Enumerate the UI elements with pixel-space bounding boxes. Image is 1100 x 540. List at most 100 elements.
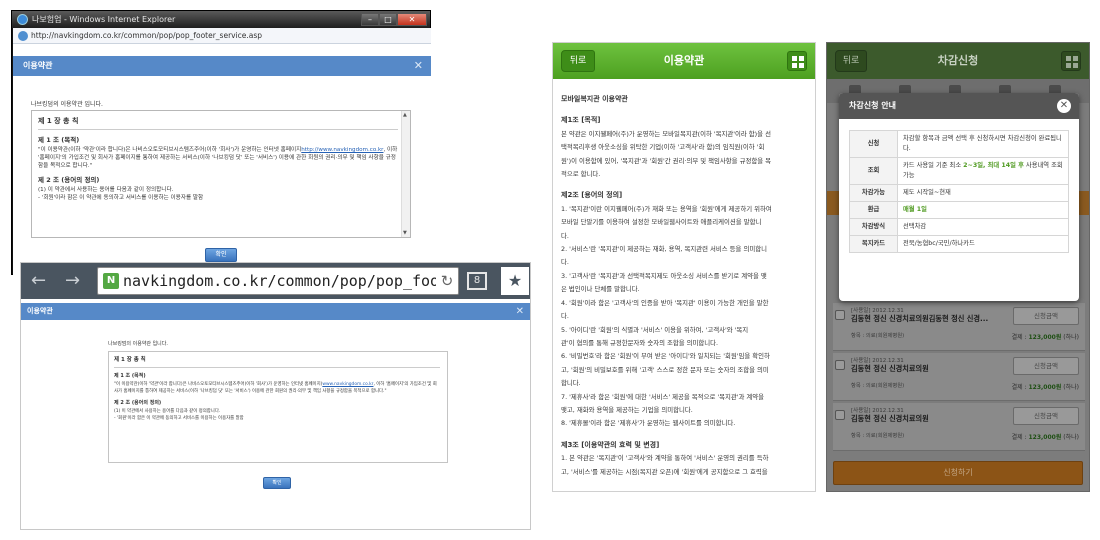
text-line: 1. 본 약관은 '복지관'이 '고객사'와 계약을 통하여 '서비스' 운영의… [561, 454, 769, 463]
row-value: 전북/농협bc/국민/하나카드 [897, 235, 1069, 253]
scroll-down-icon[interactable]: ▼ [403, 230, 407, 236]
text-line: 은 법인이나 단체를 말합니다. [561, 285, 640, 294]
text-line: 4. '회원'이라 함은 '고객사'의 인증을 받아 '복지관' 이용이 가능한… [561, 298, 769, 307]
submit-request-button[interactable]: 신청하기 [833, 461, 1083, 485]
modal-header: 이용약관 ✕ [13, 56, 431, 76]
back-button[interactable]: 뒤로 [835, 50, 867, 72]
close-window-button[interactable]: ✕ [397, 13, 427, 26]
text-line: 2. '서비스'란 '복지관'이 제공하는 재화, 용역, 복지관련 서비스 등… [561, 245, 767, 254]
request-amount-button[interactable]: 신청금액 [1013, 407, 1079, 425]
dialog-title: 차감신청 안내 [839, 93, 1079, 119]
close-icon[interactable]: ✕ [414, 56, 423, 76]
payment-info: 결제 : 123,000원 (하나) [1011, 384, 1079, 391]
info-table: 신청 차감할 항목과 금액 선택 후 신청하시면 차감신청이 완료됩니다. 조회… [849, 130, 1069, 253]
list-item[interactable]: [사용일] 2012.12.31 김동현 정신 신경치료의원김동현 정신 신경..… [833, 303, 1085, 351]
item-checkbox[interactable] [835, 410, 845, 420]
article-text: (1) 이 약관에서 사용하는 용어를 다음과 같이 정의합니다. [114, 409, 221, 414]
reload-icon[interactable]: ↻ [436, 268, 458, 294]
text-line: 원')이 이용함에 있어, '복지관'과 '회원'간 권리·의무 및 책임사항을… [561, 156, 772, 165]
terms-scrollbox[interactable]: 제 1 장 총 칙 제 1 조 (목적) "이 이용약관(이하 '약관'이라 합… [31, 110, 411, 238]
text-line: 관'이 협의를 통해 규정한문자와 숫자의 조합을 의미합니다. [561, 338, 719, 347]
bookmark-icon[interactable]: ★ [501, 267, 529, 295]
row-value: 선택차감 [897, 218, 1069, 236]
article-item: - '회원'이라 함은 이 약관에 동의하고 서비스를 이용하는 이용자를 말함 [114, 416, 244, 421]
grid-menu-icon[interactable] [787, 51, 807, 71]
confirm-button[interactable]: 확인 [205, 248, 237, 262]
text-line: 6. '비밀번호'라 함은 '회원'이 부여 받은 '아이디'와 일치되는 '회… [561, 352, 770, 361]
item-checkbox[interactable] [835, 310, 845, 320]
table-row: 차감방식 선택차감 [849, 218, 1069, 236]
row-value: 매월 1일 [897, 201, 1069, 219]
chapter-title: 제 1 장 총 칙 [38, 117, 398, 130]
maximize-button[interactable]: □ [379, 13, 397, 26]
table-row: 환급 매월 1일 [849, 201, 1069, 219]
browser-toolbar: ← → N navkingdom.co.kr/common/pop/pop_fo… [21, 263, 530, 299]
tab-count-button[interactable]: 8 [467, 272, 487, 290]
close-icon[interactable]: ✕ [516, 303, 524, 320]
article-text: 1. 본 약관은 '복지관'이 '고객사'와 계약을 통하여 '서비스' 운영의… [561, 452, 811, 479]
merchant-name: 김동현 정신 신경치료의원 [851, 364, 929, 373]
row-key: 차감가능 [849, 184, 898, 202]
row-key: 복지카드 [849, 235, 898, 253]
text-line: 택적복리후생 아웃소싱을 위탁한 기업(이하 '고객사'라 함)의 임직원(이하… [561, 143, 765, 152]
article-title: 제 1 조 (목적) [38, 136, 80, 144]
close-icon[interactable]: ✕ [1057, 99, 1071, 113]
terms-heading: 모바일복지관 이용약관 [561, 95, 628, 103]
info-dialog: 차감신청 안내 ✕ 신청 차감할 항목과 금액 선택 후 신청하시면 차감신청이… [839, 93, 1079, 301]
window-controls: – □ ✕ [361, 13, 427, 26]
back-arrow-icon[interactable]: ← [31, 271, 46, 291]
discount-request-screen: 차감신청 뒤로 [사용일] 2012.12.31 김동현 정신 신경치료의원김동현… [826, 42, 1090, 492]
scrollbar[interactable]: ▲ ▼ [401, 111, 410, 237]
modal-header: 이용약관 ✕ [21, 303, 530, 320]
text-line: 다. [561, 258, 569, 267]
terms-body: 모바일복지관 이용약관 제1조 [목적] 본 약관은 이지웰페어(주)가 운영하… [561, 93, 811, 479]
terms-scrollbox[interactable]: 제 1 장 총 칙 제 1 조 (목적) "이 이용약관(이하 '약관'이라 합… [108, 351, 448, 463]
article-title: 제3조 [이용약관의 효력 및 변경] [561, 440, 660, 449]
article-title: 제 1 조 (목적) [114, 373, 146, 379]
merchant-name: 김동현 정신 신경치료의원 [851, 414, 929, 423]
list-item[interactable]: [사용일] 2012.12.31 김동현 정신 신경치료의원항목 : 의료(회원제… [833, 353, 1085, 401]
row-value: 카드 사용일 기준 최소 2~3일, 최대 14일 후 사용내역 조회 가능 [897, 157, 1069, 185]
grid-menu-icon[interactable] [1061, 51, 1081, 71]
row-value: 제도 시작일~현재 [897, 184, 1069, 202]
window-titlebar: 나보험업 - Windows Internet Explorer – □ ✕ [12, 11, 430, 28]
text-line: 합니다. [561, 379, 581, 388]
terms-body: 제 1 장 총 칙 제 1 조 (목적) "이 이용약관(이하 '약관'이라 합… [114, 357, 440, 422]
article-text: 본 약관은 이지웰페어(주)가 운영하는 모바일복지관(이하 '복지관'이라 함… [561, 128, 811, 182]
address-bar[interactable]: http://navkingdom.co.kr/common/pop/pop_f… [13, 28, 431, 44]
homepage-link[interactable]: www.navkingdom.co.kr [322, 382, 373, 387]
table-row: 신청 차감할 항목과 금액 선택 후 신청하시면 차감신청이 완료됩니다. [849, 130, 1069, 158]
text-line: 8. '제휴몰'이라 함은 '제휴사'가 운영하는 웹사이트를 의미합니다. [561, 419, 736, 428]
request-amount-button[interactable]: 신청금액 [1013, 307, 1079, 325]
scroll-up-icon[interactable]: ▲ [403, 112, 407, 118]
mobile-terms-screen: 이용약관 뒤로 모바일복지관 이용약관 제1조 [목적] 본 약관은 이지웰페어… [552, 42, 816, 492]
modal-title: 이용약관 [27, 307, 53, 315]
popup-content: 이용약관 ✕ 나브킹덤의 이용약관 입니다. 제 1 장 총 칙 제 1 조 (… [13, 44, 431, 275]
url-field[interactable]: N navkingdom.co.kr/common/pop/pop_footer… [97, 267, 459, 295]
row-key: 신청 [849, 130, 898, 158]
payment-info: 결제 : 123,000원 (하나) [1011, 434, 1079, 441]
article-title: 제 2 조 (용어의 정의) [38, 176, 100, 184]
list-item[interactable]: [사용일] 2012.12.31 김동현 정신 신경치료의원 항목 : 의료(회원제… [833, 403, 1085, 451]
back-button[interactable]: 뒤로 [561, 50, 595, 72]
homepage-link[interactable]: http://www.navkingdom.co.kr [301, 147, 383, 153]
request-amount-button[interactable]: 신청금액 [1013, 357, 1079, 375]
app-header: 차감신청 뒤로 [827, 43, 1089, 79]
text-line: 고, '서비스'를 제공하는 시점(복지관 오픈)에 '회원'에게 공지함으로 … [561, 467, 768, 476]
forward-arrow-icon[interactable]: → [65, 271, 80, 291]
item-checkbox[interactable] [835, 360, 845, 370]
minimize-button[interactable]: – [361, 13, 379, 26]
app-header: 이용약관 뒤로 [553, 43, 815, 79]
window-title: 나보험업 - Windows Internet Explorer [32, 15, 176, 24]
payment-info: 결제 : 123,000원 (하나) [1011, 334, 1079, 341]
ie-logo-icon [17, 14, 28, 25]
item-category: 항목 : 의료(회원제병원) [851, 383, 905, 389]
text-line: 다. [561, 312, 569, 321]
confirm-button[interactable]: 확인 [263, 477, 291, 489]
text-line: 5. '아이디'란 '회원'의 식별과 '서비스' 이용을 위하여, '고객사'… [561, 325, 749, 334]
row-key: 차감방식 [849, 218, 898, 236]
text-line: 적으로 합니다. [561, 170, 601, 179]
usage-date: [사용일] 2012.12.31 [851, 358, 904, 364]
terms-intro: 나브킹덤의 이용약관 입니다. [108, 341, 168, 347]
modal-title: 이용약관 [23, 61, 53, 70]
